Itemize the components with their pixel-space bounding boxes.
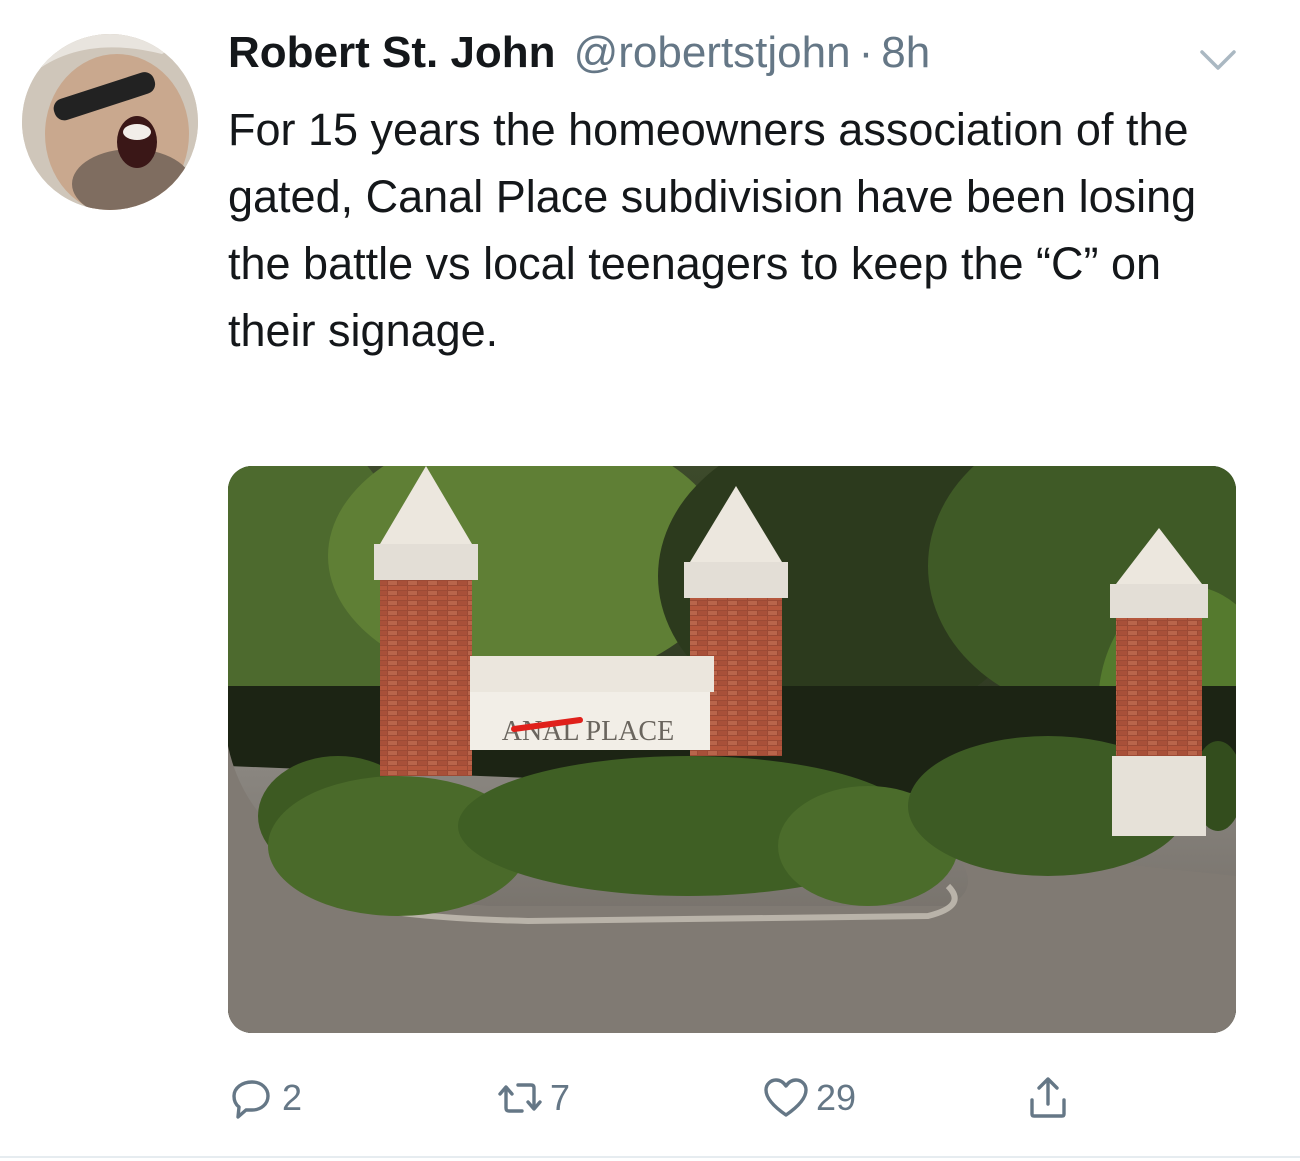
- reply-icon: [232, 1080, 270, 1119]
- reply-button[interactable]: 2: [228, 1070, 302, 1126]
- header-separator: ·: [858, 28, 874, 77]
- like-count: 29: [816, 1077, 857, 1118]
- tweet-photo[interactable]: ANAL PLACE: [228, 466, 1236, 1033]
- divider: [0, 1156, 1300, 1158]
- tweet-actions: 2 7 29: [228, 1070, 1108, 1130]
- retweet-button[interactable]: 7: [496, 1070, 570, 1126]
- retweet-count: 7: [550, 1077, 571, 1118]
- retweet-icon: [498, 1083, 542, 1113]
- author-handle[interactable]: @robertstjohn: [574, 28, 851, 78]
- author-name[interactable]: Robert St. John: [228, 28, 556, 78]
- share-button[interactable]: [1024, 1070, 1078, 1126]
- chevron-down-icon[interactable]: [1196, 40, 1240, 80]
- avatar[interactable]: [22, 34, 198, 210]
- share-icon: [1030, 1077, 1066, 1118]
- tweet-text: For 15 years the homeowners association …: [228, 104, 1197, 356]
- sign-text: ANAL PLACE: [502, 716, 674, 747]
- tweet-timestamp[interactable]: 8h: [881, 28, 930, 78]
- like-icon: [764, 1078, 808, 1117]
- like-button[interactable]: 29: [762, 1070, 856, 1126]
- reply-count: 2: [282, 1077, 303, 1118]
- tweet-header: Robert St. John @robertstjohn · 8h: [228, 28, 1240, 88]
